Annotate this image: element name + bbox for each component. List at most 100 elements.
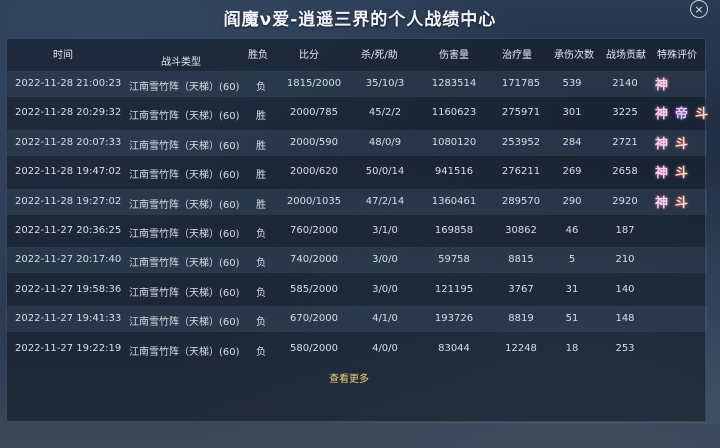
cell-battle-type: 江南雪竹阵（天梯）(60)	[129, 199, 240, 211]
table-row[interactable]: 2022-11-28 19:27:02 江南雪竹阵（天梯）(60) 胜 2000/10…	[7, 188, 707, 215]
cell-result: 胜	[256, 111, 266, 123]
table-row[interactable]: 2022-11-28 21:00:23 江南雪竹阵（天梯）(60) 负 1815/20…	[7, 71, 707, 97]
cell-hits-taken: 46	[565, 225, 579, 236]
cell-result: 负	[256, 287, 266, 299]
cell-contribution: 2721	[612, 136, 638, 148]
cell-score: 760/2000	[290, 225, 338, 236]
rating-badge: 斗	[675, 136, 689, 152]
header-time: 时间	[53, 50, 73, 61]
rating-badge: 神	[655, 107, 669, 123]
rating-badge: 斗	[695, 107, 709, 123]
cell-kda: 48/0/9	[368, 136, 402, 148]
cell-contribution: 2658	[612, 166, 638, 178]
cell-damage: 1160623	[431, 107, 477, 119]
cell-score: 2000/620	[290, 166, 338, 178]
cell-result: 负	[256, 346, 266, 358]
rating-badge: 斗	[675, 195, 689, 211]
cell-healing: 253952	[501, 136, 541, 148]
cell-kda: 4/1/0	[372, 313, 398, 325]
cell-healing: 12248	[505, 342, 537, 354]
cell-score: 585/2000	[290, 283, 338, 295]
cell-kda: 3/1/0	[372, 225, 398, 236]
cell-kda: 4/0/0	[372, 342, 398, 354]
cell-contribution: 253	[615, 342, 635, 354]
cell-time: 2022-11-28 19:47:02	[15, 166, 122, 178]
header-contribution: 战场贡献	[606, 50, 646, 61]
footer-bar	[0, 424, 720, 448]
cell-battle-type: 江南雪竹阵（天梯）(60)	[129, 346, 240, 358]
cell-hits-taken: 269	[562, 166, 582, 178]
cell-kda: 35/10/3	[365, 78, 405, 89]
cell-kda: 50/0/14	[365, 166, 405, 178]
cell-hits-taken: 301	[562, 107, 582, 119]
cell-contribution: 210	[615, 254, 635, 266]
cell-healing: 171785	[501, 78, 541, 89]
cell-time: 2022-11-27 19:22:19	[15, 342, 122, 354]
cell-battle-type: 江南雪竹阵（天梯）(60)	[129, 170, 240, 182]
cell-time: 2022-11-28 20:07:33	[15, 136, 122, 148]
table-header: 时间 战斗类型 ⌄⌄ 胜负 比分 杀/死/助 伤害量 治疗量 承伤次数 战场贡献 …	[7, 39, 707, 68]
cell-result: 负	[256, 229, 266, 240]
cell-contribution: 2140	[612, 78, 638, 89]
cell-result: 负	[256, 258, 266, 270]
table-row[interactable]: 2022-11-27 20:17:40 江南雪竹阵（天梯）(60) 负 740/200…	[7, 247, 707, 274]
cell-time: 2022-11-28 19:27:02	[15, 195, 122, 207]
cell-time: 2022-11-28 21:00:23	[15, 78, 122, 89]
cell-damage: 83044	[438, 342, 470, 354]
cell-time: 2022-11-28 20:29:32	[15, 107, 122, 119]
cell-result: 胜	[256, 170, 266, 182]
cell-damage: 169858	[434, 225, 474, 236]
cell-hits-taken: 290	[562, 195, 582, 207]
cell-contribution: 187	[615, 225, 635, 236]
cell-damage: 193726	[434, 313, 474, 325]
table-row[interactable]: 2022-11-28 19:47:02 江南雪竹阵（天梯）(60) 胜 2000/62…	[7, 159, 707, 185]
cell-kda: 3/0/0	[372, 283, 398, 295]
cell-battle-type: 江南雪竹阵（天梯）(60)	[129, 111, 240, 123]
table-row[interactable]: 2022-11-27 19:58:36 江南雪竹阵（天梯）(60) 负 585/200…	[7, 277, 707, 303]
records-panel: 时间 战斗类型 ⌄⌄ 胜负 比分 杀/死/助 伤害量 治疗量 承伤次数 战场贡献 …	[6, 38, 709, 422]
view-more-button[interactable]: 查看更多	[329, 370, 369, 385]
cell-hits-taken: 18	[565, 342, 579, 354]
rating-badge: 神	[655, 195, 669, 211]
cell-time: 2022-11-27 19:58:36	[15, 283, 122, 295]
filter-arrows-icon: ⌄⌄	[165, 53, 181, 63]
cell-kda: 45/2/2	[368, 107, 402, 119]
cell-battle-type: 江南雪竹阵（天梯）(60)	[129, 229, 240, 240]
cell-kda: 3/0/0	[372, 254, 398, 266]
cell-hits-taken: 31	[565, 283, 579, 295]
close-button[interactable]: ×	[690, 0, 708, 18]
cell-score: 2000/785	[290, 107, 338, 119]
rating-badge: 斗	[675, 166, 689, 182]
header-healing: 治疗量	[502, 50, 532, 61]
rating-badge: 神	[655, 166, 669, 182]
cell-hits-taken: 51	[565, 313, 579, 325]
cell-score: 740/2000	[290, 254, 338, 266]
cell-battle-type: 江南雪竹阵（天梯）(60)	[129, 287, 240, 299]
cell-battle-type: 江南雪竹阵（天梯）(60)	[129, 140, 240, 152]
cell-score: 2000/590	[290, 136, 338, 148]
cell-healing: 8819	[508, 313, 534, 325]
cell-result: 负	[256, 82, 266, 93]
cell-damage: 1360461	[431, 195, 477, 207]
cell-damage: 941516	[434, 166, 474, 178]
cell-contribution: 140	[615, 283, 635, 295]
rating-badge: 帝	[675, 107, 689, 123]
cell-healing: 275971	[501, 107, 541, 119]
cell-battle-type: 江南雪竹阵（天梯）(60)	[129, 258, 240, 270]
close-icon: ×	[694, 2, 704, 16]
cell-score: 2000/1035	[286, 195, 342, 207]
cell-battle-type: 江南雪竹阵（天梯）(60)	[129, 317, 240, 329]
cell-result: 负	[256, 317, 266, 329]
cell-score: 670/2000	[290, 313, 338, 325]
cell-score: 1815/2000	[286, 78, 342, 89]
table-row[interactable]: 2022-11-27 20:36:25 江南雪竹阵（天梯）(60) 负 760/200…	[7, 218, 707, 244]
table-row[interactable]: 2022-11-28 20:07:33 江南雪竹阵（天梯）(60) 胜 2000/59…	[7, 129, 707, 156]
table-row[interactable]: 2022-11-28 20:29:32 江南雪竹阵（天梯）(60) 胜 2000/78…	[7, 100, 709, 126]
header-hits-taken: 承伤次数	[554, 50, 594, 61]
header-damage: 伤害量	[439, 50, 469, 61]
header-kda: 杀/死/助	[361, 50, 398, 61]
cell-damage: 1080120	[431, 136, 477, 148]
cell-contribution: 148	[615, 313, 635, 325]
table-row[interactable]: 2022-11-27 19:41:33 江南雪竹阵（天梯）(60) 负 670/200…	[7, 306, 707, 333]
table-row[interactable]: 2022-11-27 19:22:19 江南雪竹阵（天梯）(60) 负 580/200…	[7, 336, 707, 362]
